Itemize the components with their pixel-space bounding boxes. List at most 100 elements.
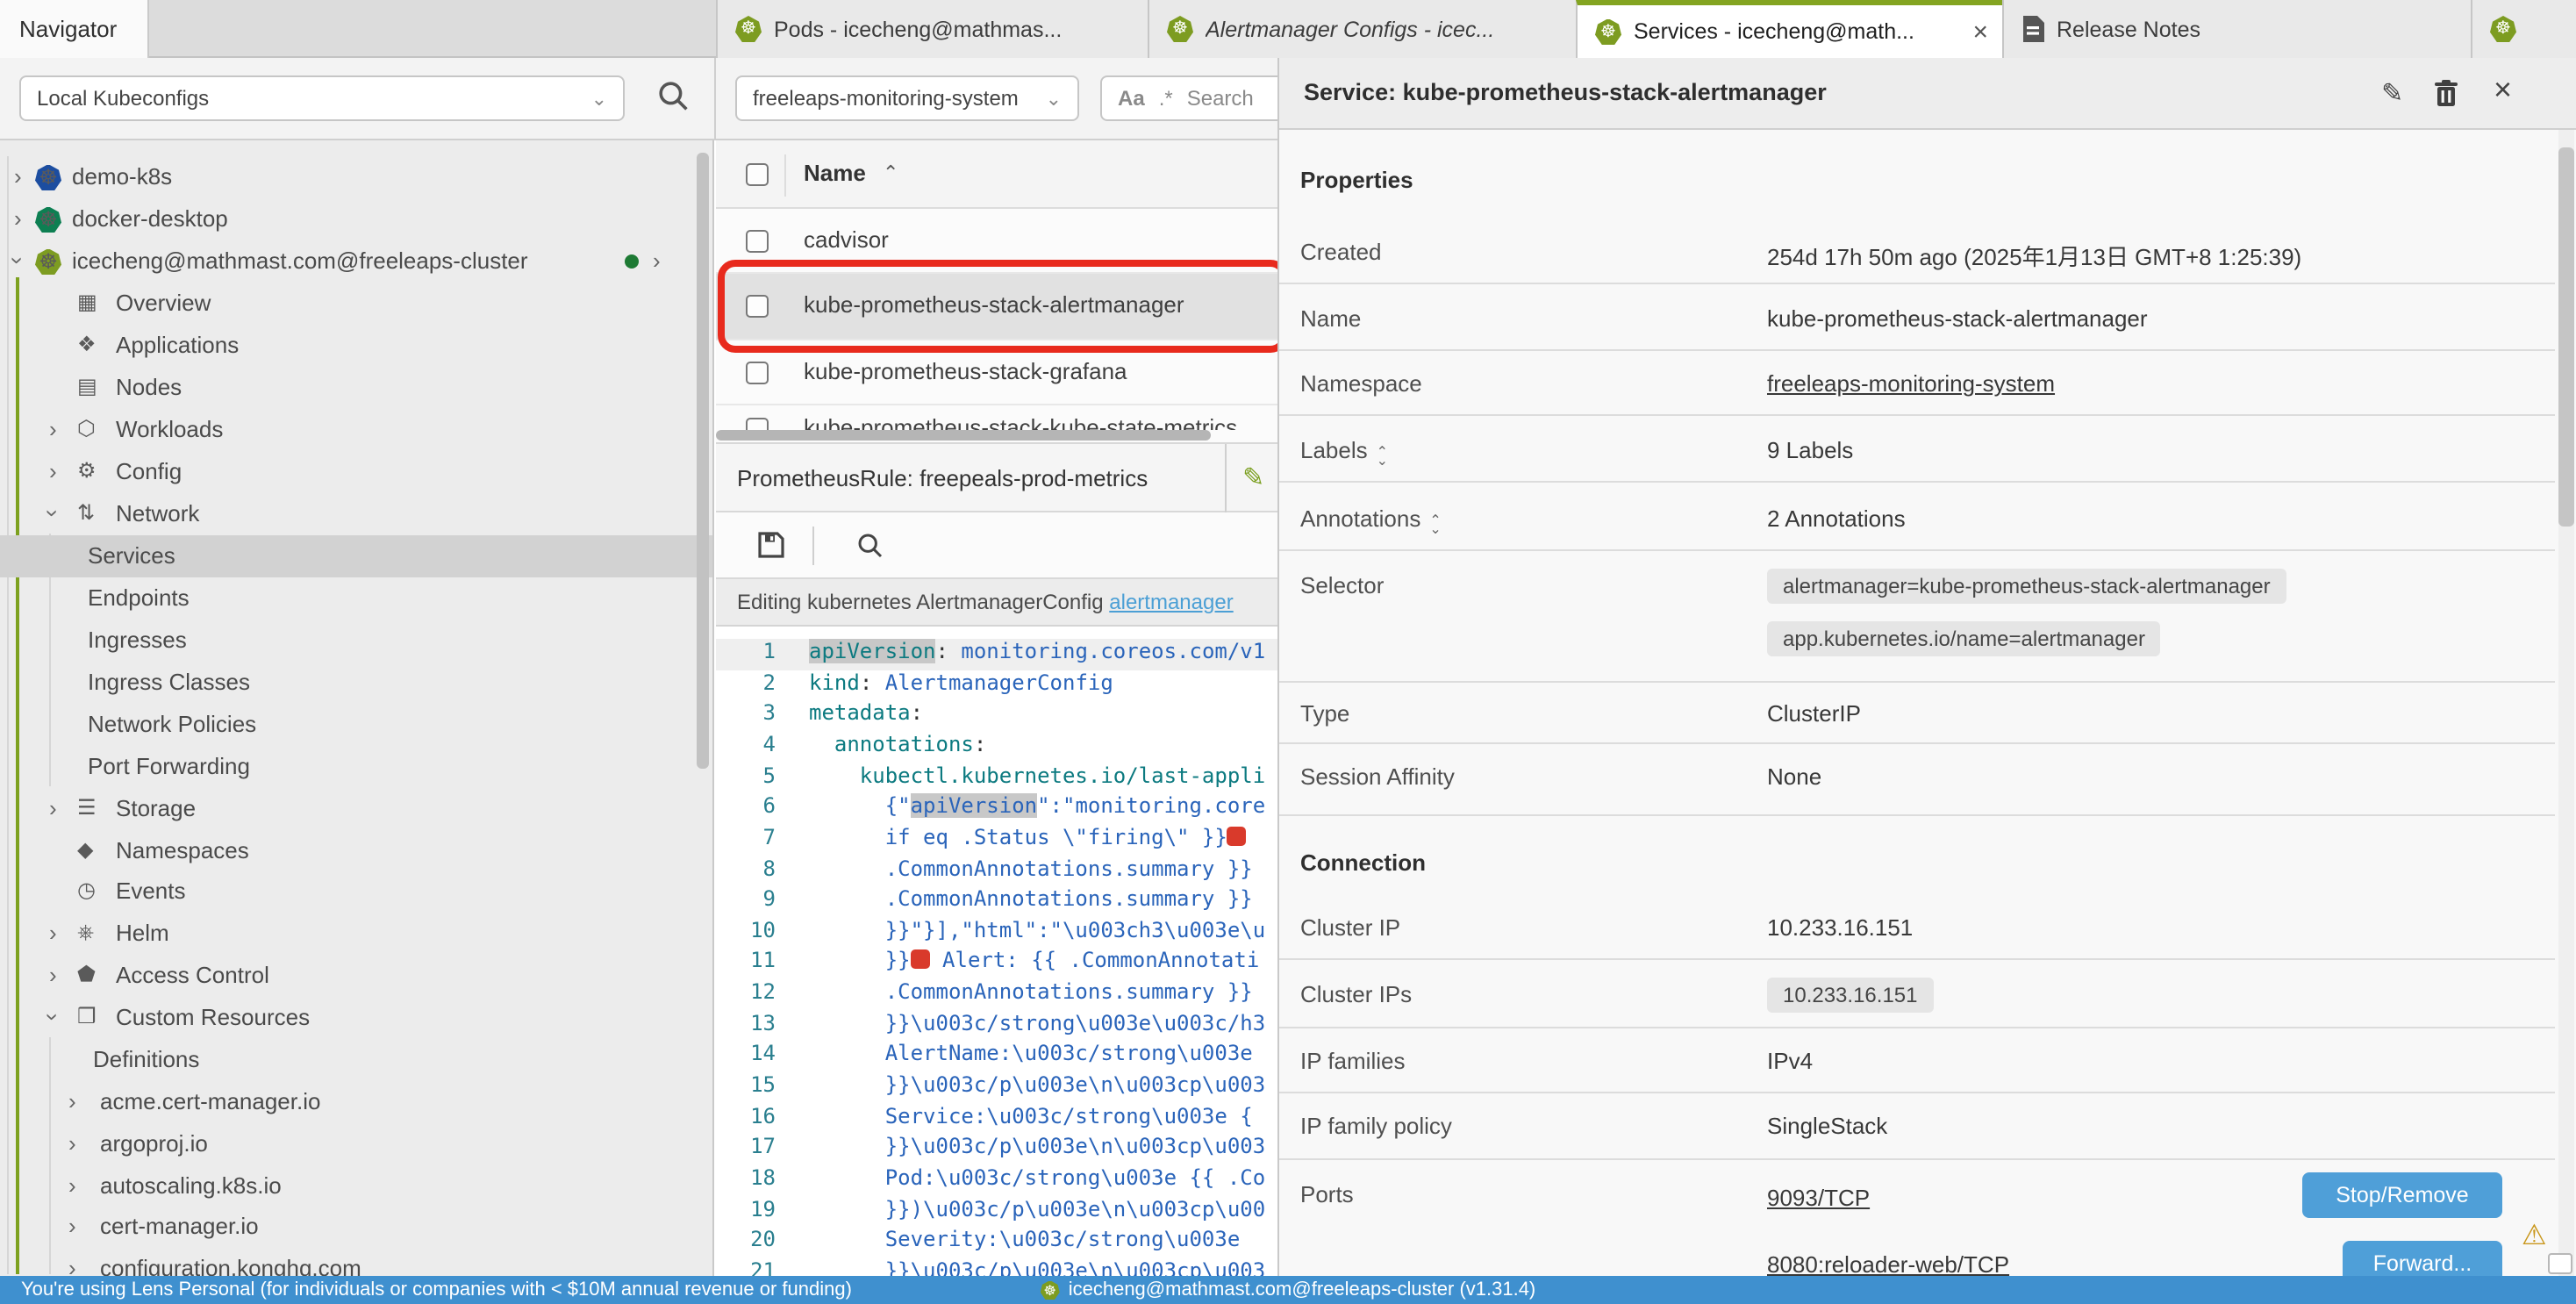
sort-asc-icon[interactable]: ⌃ xyxy=(883,161,898,184)
sidebar-item-overview[interactable]: ▦ Overview xyxy=(0,283,714,325)
select-all-checkbox[interactable] xyxy=(746,163,769,186)
edit-pencil-icon[interactable]: ✎ xyxy=(1242,462,1264,493)
namespace-link[interactable]: freeleaps-monitoring-system xyxy=(1767,370,2055,397)
tab-pods[interactable]: ☸ Pods - icecheng@mathmas... xyxy=(716,0,1148,58)
editor-search-icon[interactable] xyxy=(856,532,884,560)
sidebar-item-nodes[interactable]: ▤ Nodes xyxy=(0,367,714,409)
red-annotation-box xyxy=(718,260,1288,353)
sidebar-item-docker-desktop[interactable]: › ☸ docker-desktop xyxy=(0,198,714,240)
horizontal-scrollbar[interactable] xyxy=(716,430,1211,441)
chevron-right-icon: › xyxy=(14,163,22,190)
namespace-select-value: freeleaps-monitoring-system xyxy=(753,86,1019,111)
column-name-header[interactable]: Name xyxy=(804,160,866,186)
tab-partial[interactable]: ☸ xyxy=(2471,0,2576,58)
edit-pencil-icon[interactable]: ✎ xyxy=(2381,77,2403,109)
breadcrumb-link[interactable]: alertmanager xyxy=(1109,590,1233,614)
sidebar-item-definitions[interactable]: Definitions xyxy=(0,1039,714,1081)
gear-icon: ⚙ xyxy=(77,458,97,483)
sidebar-item-argoproj-io[interactable]: › argoproj.io xyxy=(0,1123,714,1165)
sidebar-item-demo-k8s[interactable]: › ☸ demo-k8s xyxy=(0,156,714,198)
namespace-select[interactable]: freeleaps-monitoring-system ⌄ xyxy=(735,75,1079,121)
match-case-icon[interactable]: Aa xyxy=(1118,86,1145,111)
sidebar-item-storage[interactable]: › ☰ Storage xyxy=(0,788,714,830)
cluster-ip-chip: 10.233.16.151 xyxy=(1767,978,1934,1013)
chevron-down-icon: › xyxy=(39,510,66,518)
trash-icon[interactable] xyxy=(2434,79,2458,107)
expand-collapse-icon[interactable]: ⌃⌄ xyxy=(1377,449,1388,465)
sidebar-item-access-control[interactable]: › ⬟ Access Control xyxy=(0,955,714,997)
sidebar-item-network[interactable]: › ⇅ Network xyxy=(0,493,714,535)
drawer-row-annotations: Annotations⌃⌄ 2 Annotations xyxy=(1279,483,2555,551)
row-checkbox[interactable] xyxy=(746,230,769,253)
sidebar-item-autoscaling-k8s-io[interactable]: › autoscaling.k8s.io xyxy=(0,1165,714,1207)
chevron-right-icon: › xyxy=(68,1130,76,1157)
regex-icon[interactable]: .* xyxy=(1159,86,1173,111)
kubeconfig-select-value: Local Kubeconfigs xyxy=(37,86,209,111)
chevron-right-icon: › xyxy=(49,962,57,988)
warning-icon[interactable]: ⚠ xyxy=(2522,1218,2547,1253)
selector-chip: app.kubernetes.io/name=alertmanager xyxy=(1767,621,2161,656)
clock-icon: ◷ xyxy=(77,878,96,902)
sidebar-scrollbar[interactable] xyxy=(697,153,709,769)
chevron-down-icon: › xyxy=(39,1014,66,1021)
drawer-row-ip-families: IP families IPv4 xyxy=(1279,1028,2555,1093)
tab-label: Release Notes xyxy=(2057,17,2200,41)
close-tab-icon[interactable]: × xyxy=(1972,18,1988,45)
service-details-drawer: Service: kube-prometheus-stack-alertmana… xyxy=(1277,58,2576,1276)
table-header: Name ⌃ xyxy=(716,140,1277,209)
sidebar-item-ingress-classes[interactable]: Ingress Classes xyxy=(0,662,714,704)
tab-label: Alertmanager Configs - icec... xyxy=(1206,17,1494,41)
navigator-sidebar: › ☸ demo-k8s › ☸ docker-desktop › ☸ icec… xyxy=(0,140,714,1276)
drawer-row-type: Type ClusterIP xyxy=(1279,683,2555,744)
editor-breadcrumb: Editing kubernetes AlertmanagerConfig al… xyxy=(716,579,1277,627)
sidebar-item-configuration-konghq-com[interactable]: › configuration.konghq.com xyxy=(0,1248,714,1276)
network-arrows-icon: ⇅ xyxy=(77,500,95,525)
row-checkbox[interactable] xyxy=(746,418,769,430)
shield-icon: ⬟ xyxy=(77,962,96,986)
applications-icon: ❖ xyxy=(77,332,97,356)
sidebar-item-helm[interactable]: › ⎈ Helm xyxy=(0,913,714,955)
row-checkbox[interactable] xyxy=(746,362,769,384)
sidebar-item-ingresses[interactable]: Ingresses xyxy=(0,620,714,662)
close-icon[interactable]: × xyxy=(2494,72,2512,109)
drawer-row-namespace: Namespace freeleaps-monitoring-system xyxy=(1279,351,2555,416)
chevron-right-icon: › xyxy=(68,1255,76,1276)
workloads-icon: ⬡ xyxy=(77,416,96,441)
sidebar-item-namespaces[interactable]: ◆ Namespaces xyxy=(0,830,714,872)
search-icon[interactable] xyxy=(656,79,691,114)
table-row-partial[interactable]: kube-prometheus-stack-kube-state-metrics xyxy=(716,405,1277,430)
sidebar-item-services[interactable]: Services xyxy=(0,535,714,577)
drawer-scrollbar[interactable] xyxy=(2558,147,2574,527)
sidebar-item-acme-cert-manager-io[interactable]: › acme.cert-manager.io xyxy=(0,1081,714,1123)
sidebar-item-applications[interactable]: ❖ Applications xyxy=(0,325,714,367)
selector-chip: alertmanager=kube-prometheus-stack-alert… xyxy=(1767,569,2286,604)
chevron-right-icon: › xyxy=(49,458,57,484)
stop-remove-button[interactable]: Stop/Remove xyxy=(2302,1172,2502,1218)
sidebar-item-freeleaps-cluster[interactable]: › ☸ icecheng@mathmast.com@freeleaps-clus… xyxy=(0,240,714,283)
kubernetes-icon: ☸ xyxy=(2490,16,2516,42)
yaml-editor[interactable]: 1apiVersion: monitoring.coreos.com/v1 2k… xyxy=(716,627,1277,1276)
lens-app-window: Navigator ☸ Pods - icecheng@mathmas... ☸… xyxy=(0,0,2576,1304)
sidebar-item-custom-resources[interactable]: › ❒ Custom Resources xyxy=(0,997,714,1039)
tab-release-notes[interactable]: Release Notes xyxy=(2002,0,2471,58)
sidebar-item-config[interactable]: › ⚙ Config xyxy=(0,451,714,493)
status-bar: You're using Lens Personal (for individu… xyxy=(0,1276,2576,1304)
sidebar-item-workloads[interactable]: › ⬡ Workloads xyxy=(0,409,714,451)
save-icon[interactable] xyxy=(758,532,784,558)
sidebar-item-port-forwarding[interactable]: Port Forwarding xyxy=(0,746,714,788)
tab-alertmanager-configs[interactable]: ☸ Alertmanager Configs - icec... xyxy=(1148,0,1576,58)
kubeconfig-select[interactable]: Local Kubeconfigs ⌄ xyxy=(19,75,625,121)
expand-collapse-icon[interactable]: ⌃⌄ xyxy=(1429,518,1441,534)
drawer-row-cluster-ips: Cluster IPs 10.233.16.151 xyxy=(1279,960,2555,1028)
port-link[interactable]: 9093/TCP xyxy=(1767,1185,1870,1211)
editor-title: PrometheusRule: freepeals-prod-metrics xyxy=(737,465,1148,491)
sidebar-item-events[interactable]: ◷ Events xyxy=(0,871,714,913)
sidebar-item-network-policies[interactable]: Network Policies xyxy=(0,704,714,746)
active-cluster-label[interactable]: icecheng@mathmast.com@freeleaps-cluster … xyxy=(1069,1279,1536,1300)
sidebar-item-cert-manager-io[interactable]: › cert-manager.io xyxy=(0,1206,714,1248)
navigator-panel-tab[interactable]: Navigator xyxy=(0,0,149,58)
port-link[interactable]: 8080:reloader-web/TCP xyxy=(1767,1251,2009,1278)
chevron-right-icon[interactable]: › xyxy=(653,247,661,274)
sidebar-item-endpoints[interactable]: Endpoints xyxy=(0,577,714,620)
tab-services[interactable]: ☸ Services - icecheng@math... × xyxy=(1576,0,2002,58)
